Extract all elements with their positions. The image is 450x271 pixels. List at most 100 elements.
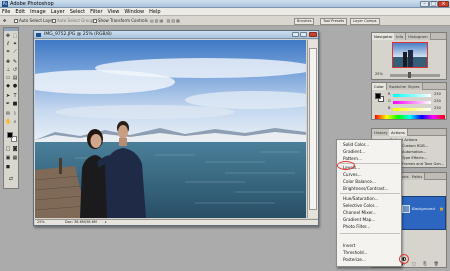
foreground-color-swatch[interactable] (7, 132, 13, 138)
imageready-icon[interactable]: ⇄ (8, 176, 14, 182)
tab-histogram[interactable]: Histogram (406, 33, 431, 40)
menu-layer[interactable]: Layer (51, 9, 65, 15)
tab-brushes[interactable]: Brushes (294, 18, 315, 25)
tab-layer-comps[interactable]: Layer Comps (350, 18, 380, 25)
show-transform-option[interactable]: Show Transform Controls (93, 17, 148, 24)
navigator-slider-thumb[interactable] (408, 72, 411, 78)
auto-select-layer-option[interactable]: Auto Select Layer (14, 17, 54, 24)
vertical-scrollbar[interactable] (307, 40, 318, 218)
move-tool-icon[interactable]: ✥ (5, 33, 11, 39)
scrollbar-thumb[interactable] (309, 48, 317, 210)
menu-item-color-balance[interactable]: Color Balance... (343, 179, 376, 184)
gradient-tool-icon[interactable]: ▤ (12, 75, 18, 81)
menu-item-gradient-map[interactable]: Gradient Map... (343, 217, 375, 222)
full-screen-icon[interactable]: ▦ (12, 155, 18, 161)
notes-tool-icon[interactable]: ✉ (5, 111, 11, 117)
eraser-tool-icon[interactable]: ▭ (5, 75, 11, 81)
minimize-button[interactable]: – (420, 1, 429, 7)
tab-history[interactable]: History (372, 129, 391, 136)
zoom-tool-icon[interactable]: ⌕ (12, 119, 18, 125)
menu-item-curves[interactable]: Curves... (343, 172, 362, 177)
show-transform-checkbox[interactable] (93, 19, 97, 23)
menu-item-gradient[interactable]: Gradient... (343, 149, 365, 154)
zoom-level[interactable]: 25% (37, 220, 45, 225)
image-canvas[interactable] (35, 40, 306, 218)
align-buttons[interactable]: ▤▥▦ ▧▨▩ (150, 17, 181, 24)
color-fg-swatch[interactable] (375, 93, 381, 99)
screen-mode-icon[interactable]: ▣ (5, 155, 11, 161)
doc-close-button[interactable] (309, 32, 317, 37)
menu-window[interactable]: Window (124, 9, 144, 15)
close-button[interactable]: × (438, 1, 449, 7)
menu-item-posterize[interactable]: Posterize... (343, 257, 366, 262)
pen-tool-icon[interactable]: ✒ (5, 101, 11, 107)
r-value[interactable]: 230 (434, 92, 441, 96)
navigator-zoom[interactable]: 25% (375, 72, 383, 76)
dodge-tool-icon[interactable]: ● (12, 83, 18, 89)
menu-select[interactable]: Select (70, 9, 85, 15)
auto-select-layer-checkbox[interactable] (14, 19, 18, 23)
navigator-thumbnail[interactable] (392, 42, 428, 68)
menu-file[interactable]: File (2, 9, 10, 15)
menu-edit[interactable]: Edit (15, 9, 25, 15)
adjustment-layer-button-highlight[interactable] (399, 254, 409, 264)
slice-tool-icon[interactable]: ⟋ (12, 49, 18, 55)
magic-wand-icon[interactable]: ✦ (12, 41, 18, 47)
tab-info[interactable]: Info (394, 33, 407, 40)
blur-tool-icon[interactable]: ◆ (5, 83, 11, 89)
quick-mask-off-icon[interactable]: □ (5, 146, 11, 152)
maximize-button[interactable]: □ (429, 1, 438, 7)
menu-filter[interactable]: Filter (90, 9, 102, 15)
action-item[interactable]: Automation... (402, 150, 426, 154)
hand-tool-icon[interactable]: ✋ (5, 119, 11, 125)
menu-item-solid-color[interactable]: Solid Color... (343, 142, 369, 147)
tab-tool-presets[interactable]: Tool Presets (320, 18, 348, 25)
b-slider[interactable] (393, 108, 431, 111)
quick-mask-on-icon[interactable]: ◙ (12, 146, 18, 152)
menu-item-threshold[interactable]: Threshold... (343, 250, 368, 255)
menu-item-photo-filter[interactable]: Photo Filter... (343, 224, 370, 229)
tab-actions[interactable]: Actions (389, 129, 408, 136)
g-value[interactable]: 230 (434, 99, 441, 103)
layer-row-background[interactable]: Background 🔒 (399, 196, 446, 230)
eyedropper-icon[interactable]: ⌇ (12, 111, 18, 117)
doc-info[interactable]: Doc: 38.6M/38.6M (65, 220, 97, 225)
g-slider[interactable] (393, 101, 431, 104)
full-screen-menu-icon[interactable]: ◼ (5, 164, 11, 170)
tab-paths[interactable]: Paths (410, 173, 426, 180)
status-menu-arrow-icon[interactable]: ▸ (105, 220, 107, 225)
adjustment-layer-icon[interactable] (402, 257, 406, 261)
menu-view[interactable]: View (108, 9, 120, 15)
healing-brush-icon[interactable]: ✚ (5, 59, 11, 65)
crop-tool-icon[interactable]: ⌗ (5, 49, 11, 55)
history-brush-icon[interactable]: ↺ (12, 67, 18, 73)
path-selection-icon[interactable]: ➤ (5, 93, 11, 99)
move-tool-icon[interactable]: ✥ (3, 17, 6, 24)
menu-item-brightness-contrast[interactable]: Brightness/Contrast... (343, 186, 389, 191)
b-value[interactable]: 230 (434, 106, 441, 110)
doc-maximize-button[interactable] (300, 32, 307, 37)
tab-color[interactable]: Color (372, 83, 387, 90)
r-slider[interactable] (393, 94, 431, 97)
shape-tool-icon[interactable]: ■ (12, 101, 18, 107)
doc-minimize-button[interactable] (292, 32, 299, 37)
clone-stamp-icon[interactable]: ⊥ (5, 67, 11, 73)
menu-item-hue-saturation[interactable]: Hue/Saturation... (343, 196, 379, 201)
color-ramp[interactable] (375, 115, 445, 119)
auto-select-groups-checkbox[interactable] (52, 19, 56, 23)
tab-styles[interactable]: Styles (406, 83, 423, 90)
tab-navigator[interactable]: Navigator (372, 33, 396, 40)
auto-select-groups-option[interactable]: Auto Select Groups (52, 17, 95, 24)
lasso-tool-icon[interactable]: ℓ (5, 41, 11, 47)
action-item[interactable]: Type Effects... (402, 156, 427, 160)
menu-item-invert[interactable]: Invert (343, 243, 355, 248)
marquee-tool-icon[interactable]: ⬚ (12, 33, 18, 39)
navigator-zoom-slider[interactable] (390, 74, 440, 77)
menu-image[interactable]: Image (30, 9, 46, 15)
type-tool-icon[interactable]: T (12, 93, 18, 99)
menu-help[interactable]: Help (149, 9, 160, 15)
menu-item-selective-color[interactable]: Selective Color... (343, 203, 378, 208)
menu-item-channel-mixer[interactable]: Channel Mixer... (343, 210, 377, 215)
action-item[interactable]: Custom RGB... (402, 144, 428, 148)
brush-tool-icon[interactable]: ✎ (12, 59, 18, 65)
